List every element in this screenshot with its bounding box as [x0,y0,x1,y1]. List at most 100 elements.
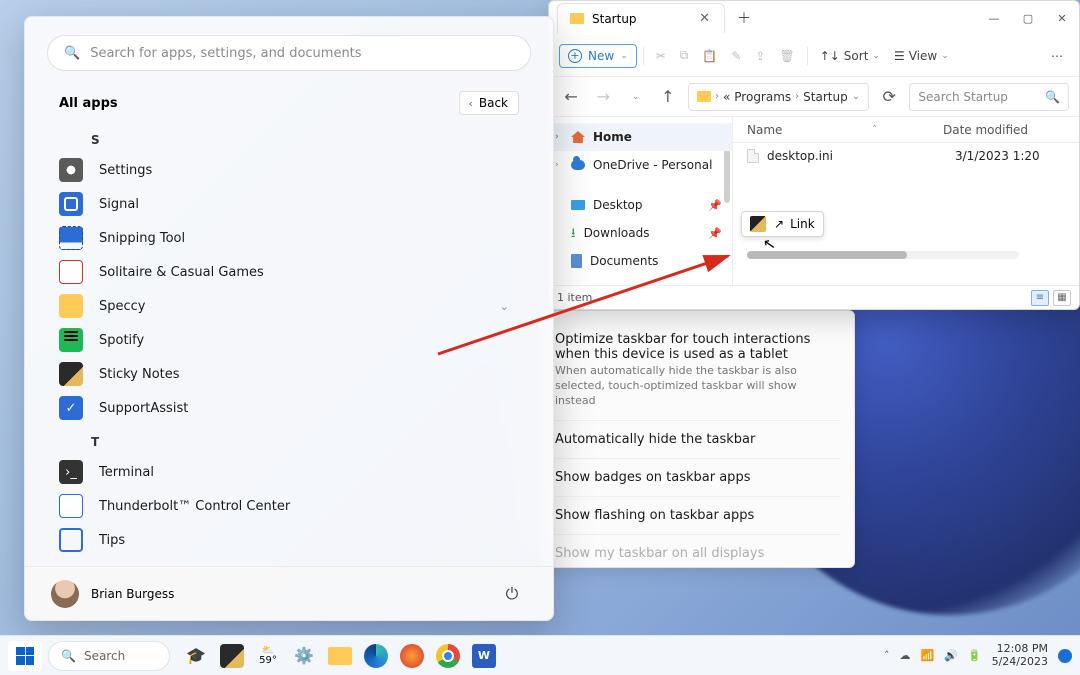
chevron-right-icon[interactable]: › [555,160,559,170]
cut-icon: ✂ [656,49,666,63]
chevron-right-icon[interactable]: › [555,132,559,142]
tray-clock[interactable]: 12:08 PM 5/24/2023 [992,643,1048,668]
folder-icon [570,13,584,24]
delete-button[interactable]: 🗑 [773,45,800,67]
share-button[interactable]: ⇪ [749,45,771,67]
app-signal[interactable]: Signal [59,187,533,221]
new-tab-button[interactable]: ＋ [731,5,757,31]
nav-item-home[interactable]: › Home [549,123,732,151]
taskbar-weather[interactable]: ⛅ 59° [256,644,280,668]
app-terminal[interactable]: ›_ Terminal [59,455,533,489]
window-close-button[interactable]: ✕ [1045,3,1079,33]
app-thunderbolt[interactable]: ⚡ Thunderbolt™ Control Center [59,489,533,523]
pin-icon[interactable]: 📌 [708,227,722,240]
details-view-toggle[interactable]: ≡ [1031,290,1049,306]
app-tips[interactable]: Tips [59,523,533,557]
breadcrumb-overflow[interactable]: « [723,90,730,104]
taskbar-app-firefox[interactable] [400,644,424,668]
tray-chevron-up-icon[interactable]: ˄ [884,649,890,662]
breadcrumb[interactable]: › « Programs › Startup ⌄ [688,83,869,111]
more-button[interactable]: ⋯ [1045,45,1069,67]
window-minimize-button[interactable]: — [977,3,1011,33]
explorer-file-list[interactable]: Name ˄ Date modified desktop.ini 3/1/202… [733,117,1079,285]
spotify-icon [59,328,83,352]
nav-recent-button[interactable]: ⌄ [623,84,647,110]
breadcrumb-seg-programs[interactable]: Programs [734,90,791,104]
tray-volume-icon[interactable]: 🔊 [944,649,958,662]
tray-wifi-icon[interactable]: 📶 [920,649,934,662]
app-settings[interactable]: Settings [59,153,533,187]
nav-back-button[interactable]: ← [559,84,583,110]
horizontal-scrollbar[interactable] [747,251,1019,259]
snip-icon [59,226,83,250]
settings-opt-touch[interactable]: Optimize taskbar for touch interactions … [555,332,810,362]
trash-icon: 🗑 [779,49,794,63]
download-icon: ⭳ [571,227,576,240]
taskbar-app-edge[interactable] [364,644,388,668]
sort-button[interactable]: ↑↓ Sort ⌄ [814,45,886,67]
taskbar-app-chrome[interactable] [436,644,460,668]
nav-item-desktop[interactable]: Desktop 📌 [549,191,732,219]
taskbar-app-word[interactable]: W [472,644,496,668]
scrollbar-thumb[interactable] [747,251,907,259]
nav-item-documents[interactable]: Documents 📌 [549,247,732,275]
cut-button[interactable]: ✂ [650,45,672,67]
tab-close-icon[interactable]: ✕ [695,10,714,27]
pin-icon[interactable]: 📌 [708,255,722,268]
start-button[interactable] [8,641,42,671]
breadcrumb-seg-startup[interactable]: Startup [803,90,848,104]
search-input[interactable]: 🔍 Search for apps, settings, and documen… [47,35,531,71]
taskbar-app-graduation[interactable]: 🎓 [184,644,208,668]
tray-battery-icon[interactable]: 🔋 [968,649,982,662]
user-name[interactable]: Brian Burgess [91,587,174,601]
notification-badge[interactable] [1058,649,1072,663]
letter-header-t[interactable]: T [59,425,533,455]
taskbar-app-stickynote[interactable] [220,644,244,668]
app-sticky-notes[interactable]: Sticky Notes [59,357,533,391]
app-spotify[interactable]: Spotify [59,323,533,357]
chevron-down-icon[interactable]: ⌄ [852,91,860,102]
power-button[interactable]: ⏻ [497,579,527,609]
sort-icon: ↑↓ [820,49,840,63]
paste-button[interactable]: 📋 [696,45,723,67]
apps-list[interactable]: S Settings Signal Snipping Tool ♠ Solita… [25,119,553,566]
new-button[interactable]: + New ⌄ [559,44,637,68]
explorer-nav-pane: › Home › OneDrive - Personal Desktop 📌 ⭳… [549,117,733,285]
chevron-down-icon[interactable]: ⌄ [500,300,509,313]
pin-icon[interactable]: 📌 [708,199,722,212]
table-row[interactable]: desktop.ini 3/1/2023 1:20 [733,143,1079,169]
app-snipping-tool[interactable]: Snipping Tool [59,221,533,255]
explorer-titlebar[interactable]: Startup ✕ ＋ — ▢ ✕ [549,1,1079,35]
column-name[interactable]: Name [747,123,782,137]
tray-cloud-icon[interactable]: ☁ [899,649,910,662]
nav-forward-button[interactable]: → [591,84,615,110]
app-speccy[interactable]: Speccy ⌄ [59,289,533,323]
nav-item-downloads[interactable]: ⭳ Downloads 📌 [549,219,732,247]
settings-window: Optimize taskbar for touch interactions … [540,310,855,568]
nav-up-button[interactable]: ↑ [656,84,680,110]
refresh-button[interactable]: ⟳ [877,84,901,110]
icons-view-toggle[interactable]: ▦ [1053,290,1071,306]
settings-opt-alldisplays[interactable]: Show my taskbar on all displays [555,546,764,561]
user-avatar[interactable] [51,580,79,608]
copy-button[interactable]: ⧉ [674,44,695,67]
settings-opt-badges[interactable]: Show badges on taskbar apps [555,470,750,485]
column-date[interactable]: Date modified [943,123,1079,137]
back-button[interactable]: ‹ Back [459,91,519,115]
letter-header-s[interactable]: S [59,123,533,153]
explorer-tab-startup[interactable]: Startup ✕ [557,3,725,33]
view-button[interactable]: ☰ View ⌄ [888,45,955,67]
taskbar-app-explorer[interactable] [328,647,352,665]
window-maximize-button[interactable]: ▢ [1011,3,1045,33]
rename-button[interactable]: ✎ [725,45,747,67]
taskbar-search[interactable]: 🔍 Search [48,641,170,671]
settings-opt-autohide[interactable]: Automatically hide the taskbar [555,432,755,447]
app-label: Snipping Tool [99,231,185,246]
nav-item-onedrive[interactable]: › OneDrive - Personal [549,151,732,179]
explorer-search-input[interactable]: Search Startup 🔍 [909,83,1069,111]
settings-opt-flash[interactable]: Show flashing on taskbar apps [555,508,754,523]
app-supportassist[interactable]: ✓ SupportAssist [59,391,533,425]
taskbar-app-settings[interactable]: ⚙️ [292,644,316,668]
app-solitaire[interactable]: ♠ Solitaire & Casual Games [59,255,533,289]
column-headers: Name ˄ Date modified [733,117,1079,143]
